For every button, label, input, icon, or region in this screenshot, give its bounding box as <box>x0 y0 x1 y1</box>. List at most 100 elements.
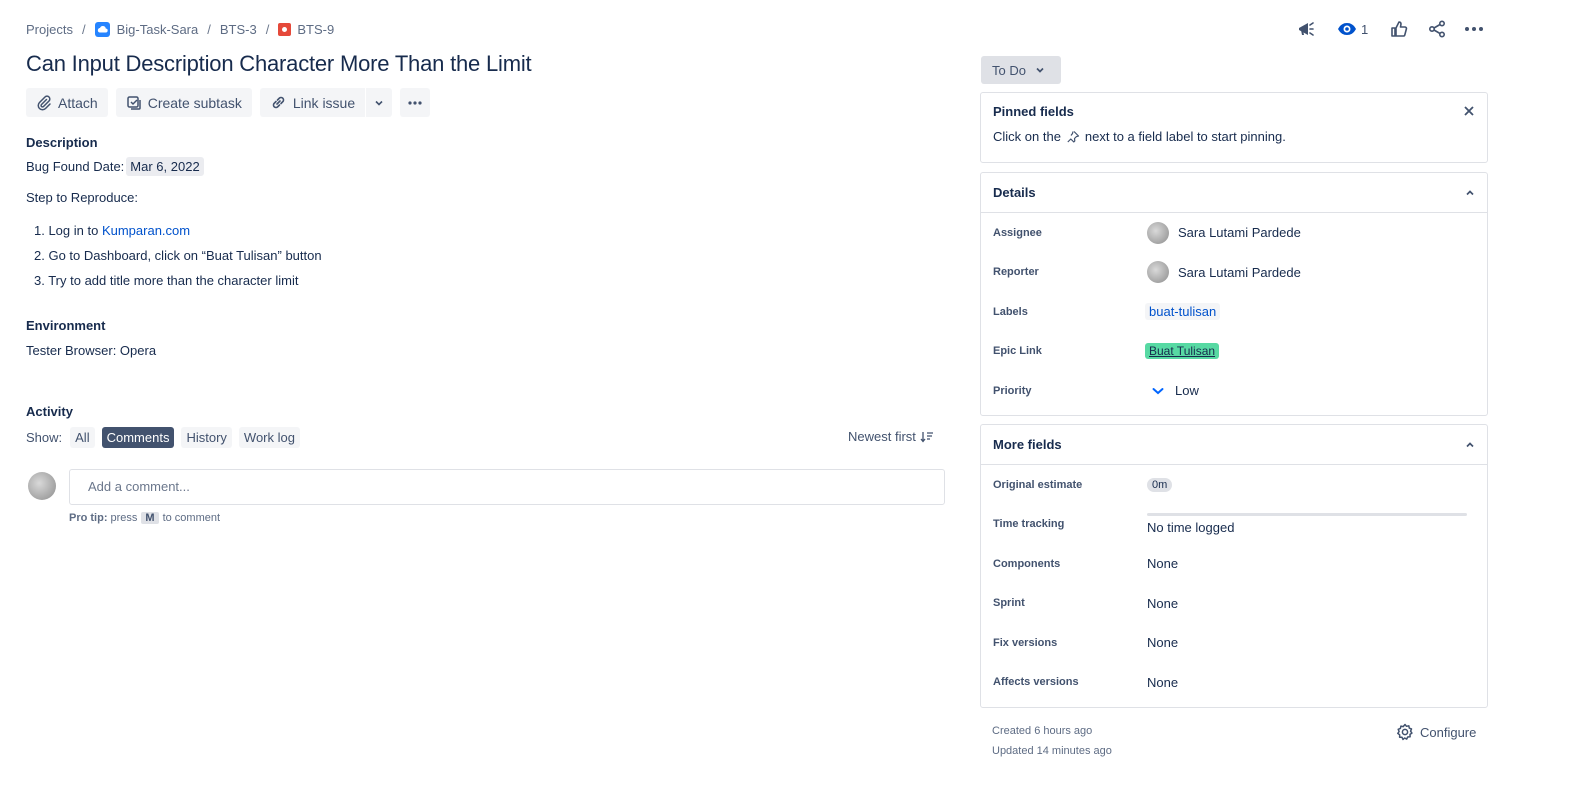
breadcrumb-separator: / <box>265 21 270 37</box>
chevron-up-icon <box>1466 441 1474 447</box>
priority-value[interactable]: Low <box>1147 383 1199 398</box>
time-tracking-label: Time tracking <box>993 518 1065 531</box>
share-icon <box>1429 20 1446 38</box>
bug-date-value: Mar 6, 2022 <box>126 157 204 176</box>
sort-order-button[interactable]: Newest first <box>848 429 934 444</box>
components-row[interactable]: Components None <box>981 544 1487 584</box>
epic-link-label: Epic Link <box>993 345 1042 358</box>
breadcrumb-project[interactable]: Big-Task-Sara <box>94 21 199 37</box>
breadcrumb-project-label: Big-Task-Sara <box>116 21 199 37</box>
fix-versions-label: Fix versions <box>993 636 1058 649</box>
labels-row[interactable]: Labels buat-tulisan <box>981 292 1487 332</box>
subtask-icon <box>126 95 141 110</box>
link-issue-label: Link issue <box>292 94 356 111</box>
components-value[interactable]: None <box>1147 556 1178 571</box>
more-actions-button[interactable] <box>1464 19 1484 39</box>
thumbs-up-icon <box>1391 21 1408 37</box>
breadcrumb: Projects / Big-Task-Sara / BTS-3 / BTS-9 <box>26 20 334 38</box>
create-subtask-button[interactable]: Create subtask <box>115 88 252 117</box>
more-fields-header[interactable]: More fields <box>981 425 1487 465</box>
feedback-button[interactable] <box>1296 19 1316 39</box>
configure-button[interactable]: Configure <box>1396 723 1476 741</box>
link-issue-dropdown[interactable] <box>366 88 393 117</box>
kumparan-link[interactable]: Kumparan.com <box>102 223 190 238</box>
created-timestamp: Created 6 hours ago <box>992 725 1093 737</box>
affects-versions-row[interactable]: Affects versions None <box>981 663 1487 703</box>
issue-actions: 1 <box>1296 18 1484 40</box>
breadcrumb-parent[interactable]: BTS-3 <box>220 22 257 37</box>
epic-link-row[interactable]: Epic Link Buat Tulisan <box>981 332 1487 372</box>
reporter-row[interactable]: Reporter Sara Lutami Pardede <box>981 253 1487 293</box>
updated-timestamp: Updated 14 minutes ago <box>992 745 1112 757</box>
filter-work-log[interactable]: Work log <box>238 427 300 448</box>
breadcrumb-separator: / <box>207 21 211 37</box>
link-issue-button[interactable]: Link issue <box>259 88 366 117</box>
filter-history[interactable]: History <box>181 427 232 448</box>
more-icon <box>1465 27 1484 31</box>
affects-versions-value[interactable]: None <box>1147 675 1178 690</box>
original-estimate-row[interactable]: Original estimate 0m <box>981 465 1487 505</box>
show-label: Show: <box>26 430 63 445</box>
labels-label: Labels <box>993 305 1028 318</box>
status-dropdown[interactable]: To Do <box>981 56 1061 84</box>
fix-versions-value[interactable]: None <box>1147 635 1178 650</box>
share-button[interactable] <box>1428 20 1446 38</box>
environment-heading: Environment <box>26 318 106 333</box>
bug-found-date[interactable]: Bug Found Date: Mar 6, 2022 <box>26 157 204 176</box>
list-item: 1. Log in to Kumparan.com <box>34 222 322 247</box>
close-icon[interactable] <box>1463 105 1475 117</box>
pinned-hint-after: next to a field label to start pinning. <box>1084 129 1286 144</box>
vote-button[interactable] <box>1390 20 1408 38</box>
assignee-value[interactable]: Sara Lutami Pardede <box>1147 221 1301 244</box>
step-text: 1. Log in to <box>34 223 102 238</box>
create-subtask-label: Create subtask <box>147 94 242 111</box>
watch-button[interactable]: 1 <box>1337 19 1368 39</box>
priority-label: Priority <box>993 384 1032 397</box>
assignee-name: Sara Lutami Pardede <box>1178 225 1301 241</box>
toolbar-more-button[interactable] <box>400 88 431 117</box>
filter-comments[interactable]: Comments <box>101 427 175 448</box>
list-item: 3. Try to add title more than the charac… <box>34 273 299 288</box>
details-panel: Details Assignee Sara Lutami Pardede Rep… <box>980 172 1488 416</box>
issue-toolbar: Attach Create subtask Link issue <box>26 88 431 117</box>
sprint-row[interactable]: Sprint None <box>981 584 1487 624</box>
pinned-fields-title: Pinned fields <box>993 103 1074 119</box>
details-header[interactable]: Details <box>981 173 1487 213</box>
avatar <box>1147 261 1169 284</box>
priority-row[interactable]: Priority Low <box>981 371 1487 411</box>
time-tracking-value: No time logged <box>1147 519 1235 535</box>
steps-heading: Step to Reproduce: <box>26 190 139 205</box>
pinned-fields-panel: Pinned fields Click on the next to a fie… <box>980 92 1488 163</box>
sort-icon <box>920 431 933 443</box>
more-fields-panel: More fields Original estimate 0m Time tr… <box>980 424 1488 708</box>
original-estimate-value[interactable]: 0m <box>1147 477 1173 492</box>
filter-all[interactable]: All <box>70 427 95 448</box>
breadcrumb-projects[interactable]: Projects <box>26 22 73 37</box>
comment-input[interactable]: Add a comment... <box>69 469 945 505</box>
activity-filters: Show: All Comments History Work log <box>26 427 307 448</box>
protip-bold: Pro tip: <box>69 512 108 524</box>
reporter-value[interactable]: Sara Lutami Pardede <box>1147 261 1301 284</box>
bug-icon <box>278 22 292 36</box>
avatar <box>28 472 56 500</box>
assignee-row[interactable]: Assignee Sara Lutami Pardede <box>981 213 1487 253</box>
environment-value[interactable]: Tester Browser: Opera <box>26 343 156 358</box>
more-icon <box>408 100 422 105</box>
pin-icon <box>1067 130 1080 143</box>
time-tracking-row[interactable]: Time tracking No time logged <box>981 505 1487 545</box>
epic-chip[interactable]: Buat Tulisan <box>1145 343 1220 360</box>
breadcrumb-issue[interactable]: BTS-9 <box>278 22 334 37</box>
pro-tip: Pro tip: press M to comment <box>69 512 220 524</box>
issue-title[interactable]: Can Input Description Character More Tha… <box>26 51 532 77</box>
gear-icon <box>1397 723 1413 741</box>
keyboard-key: M <box>141 512 159 524</box>
megaphone-icon <box>1299 22 1314 36</box>
pinned-fields-header: Pinned fields <box>981 93 1487 129</box>
attach-button[interactable]: Attach <box>26 88 108 117</box>
fix-versions-row[interactable]: Fix versions None <box>981 623 1487 663</box>
breadcrumb-separator: / <box>81 21 86 37</box>
list-item: 2. Go to Dashboard, click on “Buat Tulis… <box>34 248 322 263</box>
attach-label: Attach <box>58 94 98 111</box>
label-chip[interactable]: buat-tulisan <box>1145 303 1221 321</box>
sprint-value[interactable]: None <box>1147 596 1178 611</box>
